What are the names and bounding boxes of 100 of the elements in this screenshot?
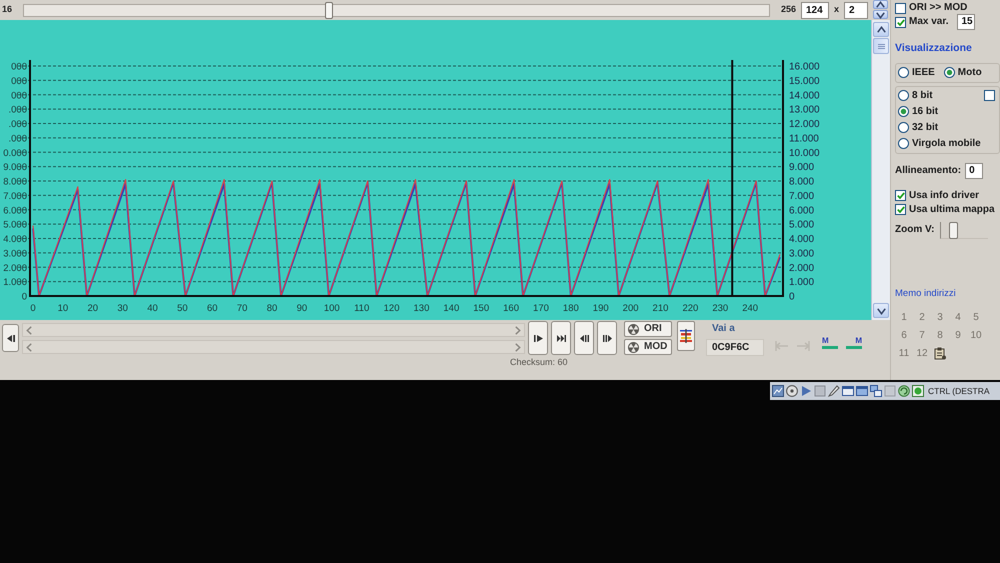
checkbox[interactable] — [895, 190, 906, 202]
triangle-bar-icon — [6, 334, 14, 342]
radio-button[interactable] — [898, 122, 909, 134]
checkbox-label: Max var. — [909, 16, 948, 28]
nav-button[interactable] — [528, 321, 548, 355]
number-field[interactable]: 2 — [844, 2, 868, 18]
axis-label: 10.000 — [789, 148, 820, 159]
axis-label: 10 — [58, 303, 68, 314]
number-field[interactable]: 0 — [965, 162, 984, 179]
radio-label: IEEE — [912, 66, 935, 79]
axis-label: 100 — [324, 303, 340, 314]
vertical-scrollbar[interactable] — [871, 20, 890, 320]
axis-label: 20 — [87, 303, 98, 314]
spin-down-button[interactable] — [873, 10, 888, 19]
bars-icon — [680, 329, 692, 343]
axis-label: 60 — [206, 303, 218, 314]
axis-label: 220 — [682, 303, 698, 314]
axis-label: 7.000 — [3, 190, 27, 202]
bars-triangle-icon — [602, 334, 612, 342]
axis-label: .000 — [8, 119, 27, 130]
marker-button[interactable]: M — [846, 337, 862, 349]
spin-up-button[interactable] — [873, 0, 888, 9]
checkbox-label: ORI >> MOD — [909, 2, 968, 14]
axis-label: 120 — [384, 303, 400, 314]
checksum-label: Checksum: 60 — [510, 356, 568, 369]
field-label: Allineamento: — [895, 164, 962, 177]
nav-button[interactable] — [574, 321, 594, 355]
axis-label: 140 — [443, 303, 460, 314]
axis-label: 000 — [11, 62, 27, 72]
nav-button[interactable] — [597, 321, 617, 355]
checkbox[interactable] — [895, 2, 906, 14]
axis-label: 4.000 — [789, 234, 814, 245]
axis-label: 80 — [266, 303, 278, 314]
axis-label: 0 — [30, 303, 36, 314]
axis-label: .000 — [8, 133, 27, 144]
axis-label: 0.000 — [3, 148, 27, 159]
number-field[interactable]: 124 — [800, 2, 829, 18]
slider-thumb[interactable] — [949, 222, 958, 239]
radio-label: 16 bit — [912, 106, 938, 118]
scroll-down-button[interactable] — [873, 303, 889, 318]
axis-label: 15.000 — [789, 76, 820, 87]
checkbox[interactable] — [895, 204, 906, 216]
radio-button[interactable] — [898, 67, 909, 78]
radio-button[interactable] — [898, 138, 909, 150]
axis-label: 1.000 — [3, 277, 27, 288]
axis-label: 2.000 — [3, 262, 27, 274]
axis-label: 8.000 — [789, 176, 814, 188]
grip-icon — [878, 44, 884, 48]
axis-label: 110 — [354, 303, 370, 314]
axis-label: 5.000 — [789, 220, 814, 231]
nav-button[interactable] — [551, 321, 571, 355]
triangles-bar-icon — [556, 334, 566, 342]
axis-label: 50 — [177, 303, 188, 314]
axis-label: 0 — [22, 292, 27, 302]
radio-label: Moto — [958, 66, 982, 79]
number-field[interactable]: 15 — [957, 14, 976, 30]
marker-button[interactable]: M — [822, 337, 838, 349]
chevron-up-icon — [876, 26, 886, 34]
nav-button[interactable] — [2, 324, 19, 352]
checkbox[interactable] — [984, 90, 995, 102]
axis-label: 3.000 — [3, 248, 27, 260]
section-title: Memo indirizzi — [895, 286, 957, 301]
axis-label: 3.000 — [789, 248, 814, 260]
axis-label: 200 — [622, 303, 639, 314]
dot-icon — [912, 385, 924, 397]
address-field[interactable]: 0C9F6C — [706, 339, 764, 356]
axis-label: 170 — [533, 303, 549, 314]
axis-label: 6.000 — [3, 205, 27, 216]
axis-label: 7.000 — [789, 190, 814, 202]
slider-label: Zoom V: — [895, 224, 934, 236]
data-button[interactable]: ORI — [624, 321, 672, 337]
count-label: 256 — [780, 3, 796, 16]
axis-label: 14.000 — [789, 90, 820, 102]
bar-arrow-icon — [774, 341, 788, 351]
chevron-down-icon — [876, 10, 885, 18]
data-button[interactable]: MOD — [624, 339, 672, 355]
slider-thumb[interactable] — [325, 2, 334, 18]
axis-label: 9.000 — [3, 162, 27, 174]
horizontal-scrollbar[interactable] — [22, 340, 525, 354]
radio-button[interactable] — [898, 106, 909, 118]
slider-track[interactable] — [23, 4, 770, 16]
axis-label: 70 — [236, 303, 248, 314]
axis-label: 000 — [11, 90, 27, 102]
axis-label: 000 — [11, 76, 27, 87]
chart-button[interactable] — [677, 321, 695, 351]
axis-label: 150 — [473, 303, 490, 314]
checkbox[interactable] — [895, 16, 906, 28]
radio-button[interactable] — [944, 67, 955, 78]
axis-label: 40 — [147, 303, 158, 314]
axis-label: 130 — [414, 303, 430, 314]
axis-label: 13.000 — [789, 104, 820, 116]
scrollbar-thumb[interactable] — [873, 38, 889, 54]
slider-track[interactable] — [940, 222, 988, 239]
scroll-up-button[interactable] — [873, 22, 889, 37]
horizontal-scrollbar[interactable] — [22, 323, 525, 337]
radio-button[interactable] — [898, 90, 909, 102]
pencil-icon — [828, 385, 840, 397]
windows-icon — [870, 385, 882, 397]
check-icon — [896, 18, 904, 26]
chevron-up-icon — [876, 0, 885, 8]
